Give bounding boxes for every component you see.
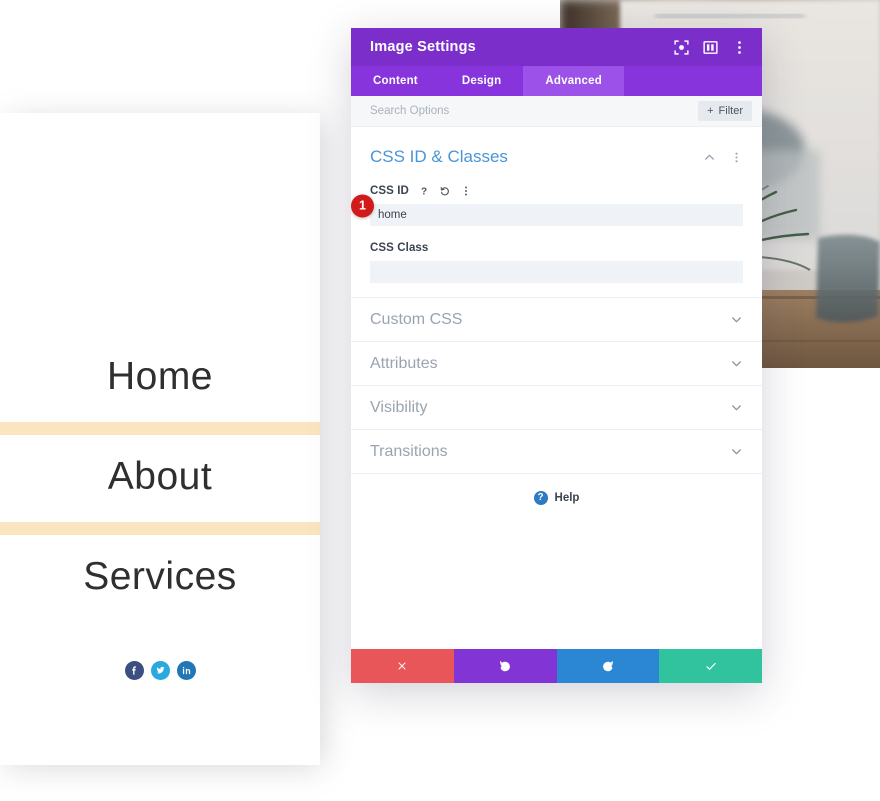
section-header: CSS ID & Classes <box>370 147 743 167</box>
social-links <box>0 661 320 680</box>
tab-label: Content <box>373 75 418 87</box>
accordion-label: Attributes <box>370 354 438 372</box>
field-label-row: CSS Class <box>370 242 743 254</box>
kebab-menu-icon[interactable] <box>731 39 748 56</box>
section-custom-css[interactable]: Custom CSS <box>351 297 762 341</box>
section-attributes[interactable]: Attributes <box>351 341 762 385</box>
field-css-class: CSS Class <box>370 242 743 283</box>
section-css-id-and-classes: CSS ID & Classes CSS ID ? 1 home CSS Cla… <box>351 127 762 297</box>
modal-body: CSS ID & Classes CSS ID ? 1 home CSS Cla… <box>351 127 762 649</box>
focus-target-icon[interactable] <box>673 39 690 56</box>
tab-label: Advanced <box>545 75 602 87</box>
section-visibility[interactable]: Visibility <box>351 385 762 429</box>
chevron-down-icon[interactable] <box>730 313 743 326</box>
reset-icon[interactable] <box>439 185 451 197</box>
close-button[interactable] <box>351 649 454 683</box>
section-controls <box>703 151 743 164</box>
save-button[interactable] <box>659 649 762 683</box>
section-transitions[interactable]: Transitions <box>351 429 762 473</box>
undo-button[interactable] <box>453 649 557 683</box>
chevron-down-icon[interactable] <box>730 357 743 370</box>
css-id-input[interactable] <box>370 204 743 226</box>
nav-list: Home About Services <box>0 335 320 622</box>
chevron-up-icon[interactable] <box>703 151 716 164</box>
field-label-row: CSS ID ? <box>370 185 743 197</box>
help-icon[interactable]: ? <box>418 185 430 198</box>
linkedin-icon[interactable] <box>176 661 196 680</box>
nav-item-home[interactable]: Home <box>0 335 320 422</box>
image-settings-modal: Image Settings Content Design Advanced S… <box>351 28 762 683</box>
filter-button-label: Filter <box>718 105 743 117</box>
undo-icon <box>500 661 511 672</box>
chevron-down-icon[interactable] <box>730 445 743 458</box>
website-preview-card: Home About Services <box>0 113 320 765</box>
x-icon <box>398 662 407 670</box>
twitter-icon[interactable] <box>150 661 170 680</box>
section-title: CSS ID & Classes <box>370 147 508 166</box>
nav-item-label: Home <box>106 355 214 398</box>
search-input[interactable] <box>370 105 699 117</box>
kebab-menu-icon[interactable] <box>460 185 472 197</box>
accordion-label: Visibility <box>370 398 428 416</box>
layout-columns-icon[interactable] <box>702 39 719 56</box>
field-label: CSS Class <box>370 242 429 254</box>
nav-divider <box>0 422 320 435</box>
chevron-down-icon[interactable] <box>730 401 743 414</box>
kebab-menu-icon[interactable] <box>730 151 743 164</box>
modal-header-icons <box>673 39 748 56</box>
redo-button[interactable] <box>556 649 660 683</box>
filter-button[interactable]: + Filter <box>698 101 752 121</box>
nav-item-services[interactable]: Services <box>0 535 320 622</box>
modal-header: Image Settings <box>351 28 762 66</box>
modal-tabs: Content Design Advanced <box>351 66 762 96</box>
accordion-label: Custom CSS <box>370 310 463 328</box>
checkmark-icon <box>705 662 716 671</box>
tab-design[interactable]: Design <box>440 66 524 96</box>
nav-item-label: About <box>107 455 213 498</box>
nav-divider <box>0 522 320 535</box>
svg-text:?: ? <box>421 187 427 198</box>
screenshot-root: Home About Services Image Settings Conte… <box>0 0 880 801</box>
nav-item-about[interactable]: About <box>0 435 320 522</box>
help-icon: ? <box>533 490 548 505</box>
field-css-id: CSS ID ? 1 home <box>351 185 743 226</box>
help-label: Help <box>554 491 580 504</box>
accordion-label: Transitions <box>370 442 448 460</box>
tab-content[interactable]: Content <box>351 66 440 96</box>
tab-advanced[interactable]: Advanced <box>523 66 624 96</box>
plus-icon: + <box>707 105 714 117</box>
facebook-icon[interactable] <box>124 661 144 680</box>
css-class-input[interactable] <box>370 261 743 283</box>
modal-title: Image Settings <box>370 39 476 55</box>
nav-item-label: Services <box>83 555 237 598</box>
help-link[interactable]: ? Help <box>351 473 762 521</box>
field-label: CSS ID <box>370 185 409 197</box>
tab-label: Design <box>461 75 502 87</box>
redo-icon <box>602 661 613 672</box>
step-badge-1: 1 <box>351 194 374 217</box>
search-bar: + Filter <box>351 96 762 127</box>
modal-footer <box>351 649 762 683</box>
